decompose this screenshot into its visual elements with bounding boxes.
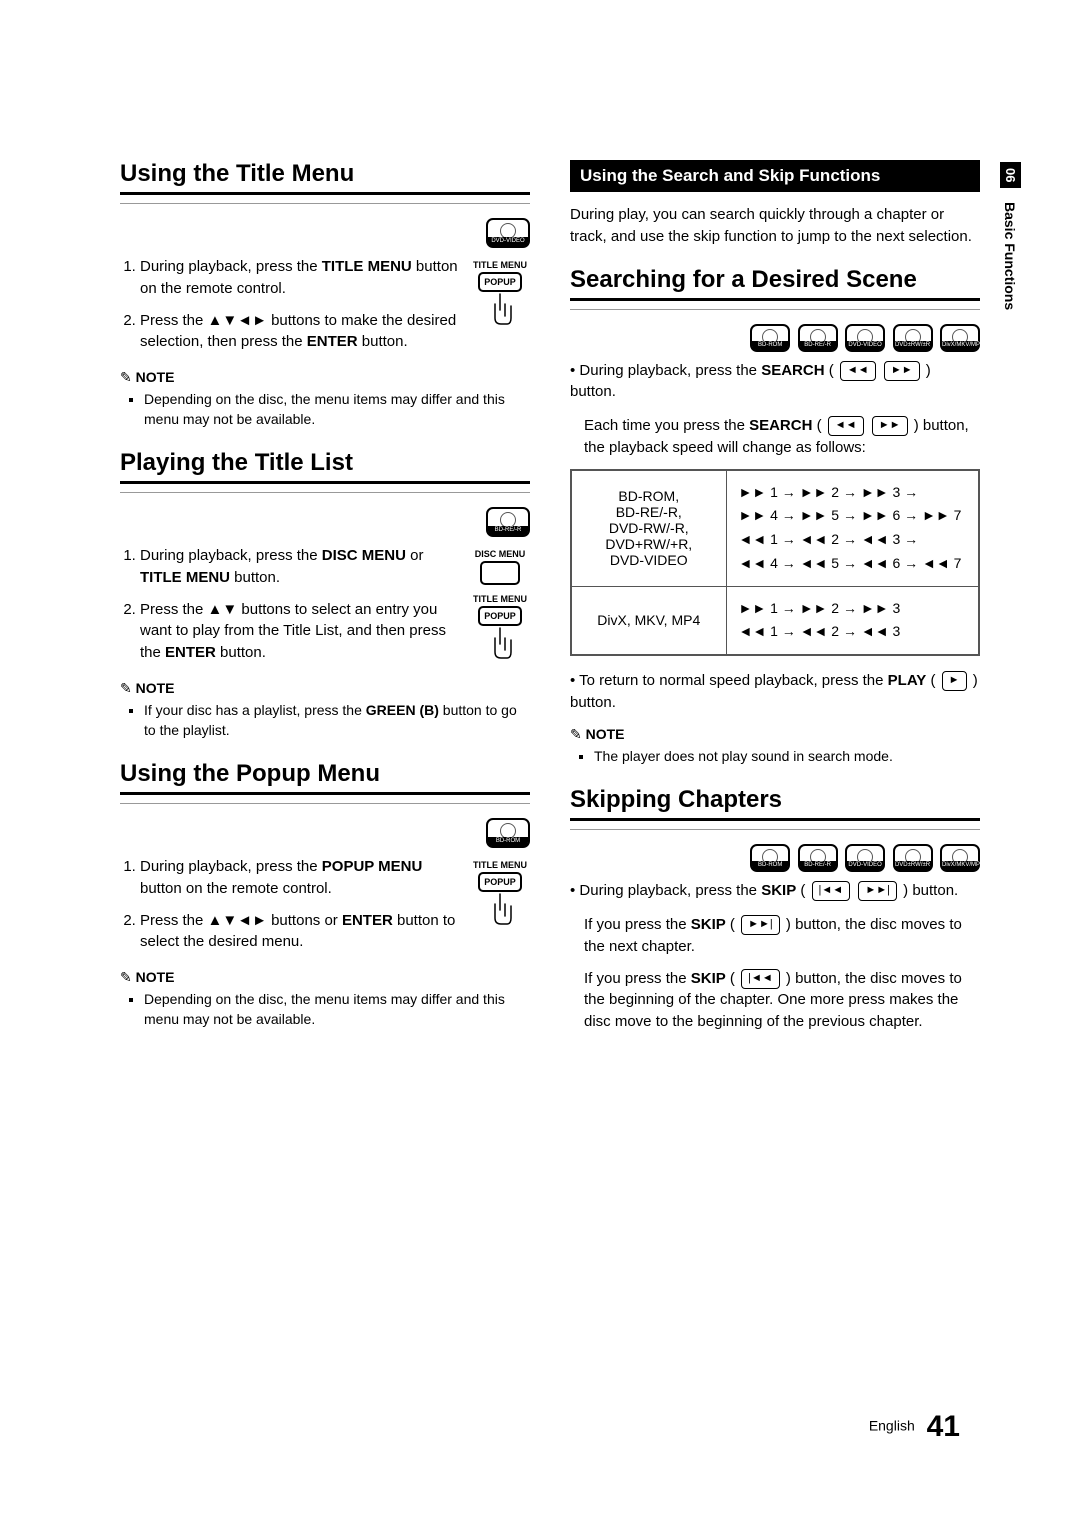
button-popup-icon: POPUP bbox=[478, 872, 522, 892]
title-playing-title-list: Playing the Title List bbox=[120, 449, 530, 484]
note-list-r1: The player does not play sound in search… bbox=[570, 747, 980, 767]
note-item: The player does not play sound in search… bbox=[594, 747, 980, 767]
speed-formats-2: DivX, MKV, MP4 bbox=[571, 586, 726, 655]
disc-icon: DivX/MKV/MP4 bbox=[940, 844, 980, 872]
button-popup-icon: POPUP bbox=[478, 272, 522, 292]
note-label: NOTE bbox=[120, 969, 530, 986]
hand-icon bbox=[485, 626, 515, 660]
title-using-popup-menu: Using the Popup Menu bbox=[120, 760, 530, 795]
skip-para-3: If you press the SKIP ( |◄◄ ) button, th… bbox=[584, 968, 980, 1033]
button-blank-icon bbox=[480, 561, 520, 585]
label-disc-menu: DISC MENU bbox=[470, 549, 530, 559]
label-title-menu: TITLE MENU bbox=[470, 594, 530, 604]
search-para-1: During playback, press the SEARCH ( ◄◄ ►… bbox=[570, 360, 980, 404]
skip-prev-icon: |◄◄ bbox=[741, 969, 780, 989]
title-using-title-menu: Using the Title Menu bbox=[120, 160, 530, 195]
skip-para-2: If you press the SKIP ( ►►| ) button, th… bbox=[584, 914, 980, 958]
note-item: Depending on the disc, the menu items ma… bbox=[144, 990, 530, 1029]
play-icon: ► bbox=[942, 671, 967, 691]
title-skipping-chapters: Skipping Chapters bbox=[570, 786, 980, 821]
page-footer: English 41 bbox=[869, 1410, 960, 1444]
side-tab: 06 Basic Functions bbox=[1002, 162, 1018, 321]
footer-language: English bbox=[869, 1418, 915, 1434]
disc-icon: DVD-VIDEO bbox=[845, 844, 885, 872]
disc-icon: DVD-VIDEO bbox=[845, 324, 885, 352]
disc-icons-s1: DVD-VIDEO bbox=[120, 218, 530, 248]
hand-icon bbox=[485, 892, 515, 926]
skip-para-1: During playback, press the SKIP ( |◄◄ ►►… bbox=[570, 880, 980, 902]
disc-icon-dvd-video: DVD-VIDEO bbox=[486, 218, 530, 248]
remote-stack-s1: TITLE MENU POPUP bbox=[470, 256, 530, 331]
note-item: If your disc has a playlist, press the G… bbox=[144, 701, 530, 740]
remote-stack-s3: TITLE MENU POPUP bbox=[470, 856, 530, 931]
speed-table: BD-ROM, BD-RE/-R, DVD-RW/-R, DVD+RW/+R, … bbox=[570, 469, 980, 657]
search-para-2: Each time you press the SEARCH ( ◄◄ ►► )… bbox=[584, 415, 980, 459]
label-title-menu: TITLE MENU bbox=[470, 260, 530, 270]
disc-icon: DVD±RW/±R bbox=[893, 324, 933, 352]
steps-s2: During playback, press the DISC MENU or … bbox=[120, 545, 530, 664]
disc-icon: DVD±RW/±R bbox=[893, 844, 933, 872]
disc-icon: BD-ROM bbox=[750, 324, 790, 352]
heading-search-skip: Using the Search and Skip Functions bbox=[570, 160, 980, 192]
note-list-s2: If your disc has a playlist, press the G… bbox=[120, 701, 530, 740]
note-list-s3: Depending on the disc, the menu items ma… bbox=[120, 990, 530, 1029]
skip-next-icon: ►►| bbox=[858, 881, 897, 901]
disc-icons-s3: BD-ROM bbox=[120, 818, 530, 848]
speed-values-1: ►► 1 → ►► 2 → ►► 3 → ►► 4 → ►► 5 → ►► 6 … bbox=[726, 470, 979, 587]
disc-icon-bdre: BD-RE/-R bbox=[486, 507, 530, 537]
note-item: Depending on the disc, the menu items ma… bbox=[144, 390, 530, 429]
fast-forward-icon: ►► bbox=[884, 361, 920, 381]
hand-icon bbox=[485, 292, 515, 326]
disc-icon-bdrom: BD-ROM bbox=[486, 818, 530, 848]
disc-icon: DivX/MKV/MP4 bbox=[940, 324, 980, 352]
note-label: NOTE bbox=[120, 680, 530, 697]
disc-icons-r1: BD-ROM BD-RE/-R DVD-VIDEO DVD±RW/±R DivX… bbox=[570, 324, 980, 352]
chapter-label: Basic Functions bbox=[1000, 192, 1020, 320]
speed-values-2: ►► 1 → ►► 2 → ►► 3 ◄◄ 1 → ◄◄ 2 → ◄◄ 3 bbox=[726, 586, 979, 655]
chapter-number: 06 bbox=[1000, 162, 1021, 188]
disc-icon: BD-RE/-R bbox=[798, 844, 838, 872]
note-label: NOTE bbox=[570, 726, 980, 743]
right-column: Using the Search and Skip Functions Duri… bbox=[570, 160, 980, 1049]
disc-icon: BD-RE/-R bbox=[798, 324, 838, 352]
note-list-s1: Depending on the disc, the menu items ma… bbox=[120, 390, 530, 429]
left-column: Using the Title Menu DVD-VIDEO TITLE MEN… bbox=[120, 160, 530, 1049]
intro-text: During play, you can search quickly thro… bbox=[570, 204, 980, 248]
title-searching-scene: Searching for a Desired Scene bbox=[570, 266, 980, 301]
button-popup-icon: POPUP bbox=[478, 606, 522, 626]
skip-prev-icon: |◄◄ bbox=[812, 881, 851, 901]
label-title-menu: TITLE MENU bbox=[470, 860, 530, 870]
skip-next-icon: ►►| bbox=[741, 915, 780, 935]
table-row: DivX, MKV, MP4 ►► 1 → ►► 2 → ►► 3 ◄◄ 1 →… bbox=[571, 586, 979, 655]
note-label: NOTE bbox=[120, 369, 530, 386]
steps-s1: During playback, press the TITLE MENU bu… bbox=[120, 256, 530, 353]
rewind-icon: ◄◄ bbox=[828, 416, 864, 436]
disc-icons-r2: BD-ROM BD-RE/-R DVD-VIDEO DVD±RW/±R DivX… bbox=[570, 844, 980, 872]
disc-icon: BD-ROM bbox=[750, 844, 790, 872]
fast-forward-icon: ►► bbox=[872, 416, 908, 436]
page-number: 41 bbox=[927, 1410, 960, 1443]
speed-formats-1: BD-ROM, BD-RE/-R, DVD-RW/-R, DVD+RW/+R, … bbox=[571, 470, 726, 587]
remote-stack-s2: DISC MENU TITLE MENU POPUP bbox=[470, 545, 530, 665]
return-normal-para: To return to normal speed playback, pres… bbox=[570, 670, 980, 714]
disc-icons-s2: BD-RE/-R bbox=[120, 507, 530, 537]
rewind-icon: ◄◄ bbox=[840, 361, 876, 381]
steps-s3: During playback, press the POPUP MENU bu… bbox=[120, 856, 530, 953]
table-row: BD-ROM, BD-RE/-R, DVD-RW/-R, DVD+RW/+R, … bbox=[571, 470, 979, 587]
